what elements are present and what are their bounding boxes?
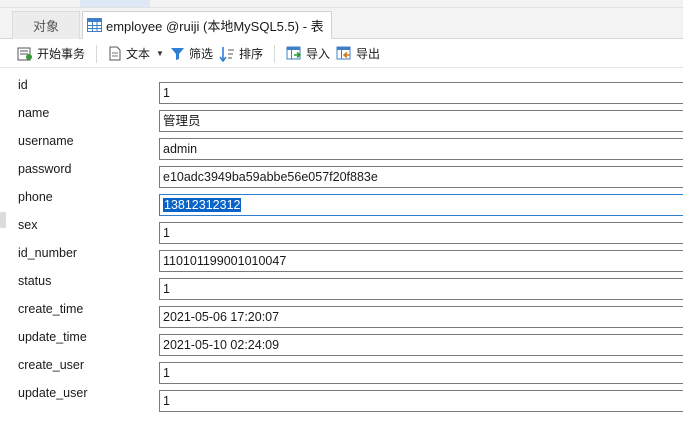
filter-label: 筛选 (188, 47, 213, 61)
text-label: 文本 (126, 47, 151, 61)
tab-objects[interactable]: 对象 (12, 11, 80, 39)
menu-highlight (80, 0, 150, 7)
field-value-create-user[interactable]: 1 (159, 362, 683, 384)
field-row-id-number: id_number 110101199001010047 (0, 245, 683, 273)
export-icon (336, 46, 351, 60)
begin-transaction-label: 开始事务 (37, 47, 86, 61)
field-label: create_time (18, 302, 84, 316)
field-row-password: password e10adc3949ba59abbe56e057f20f883… (0, 161, 683, 189)
toolbar-divider (96, 44, 98, 63)
field-row-status: status 1 (0, 273, 683, 301)
field-value-name[interactable]: 管理员 (159, 110, 683, 132)
selected-text: 13812312312 (163, 198, 242, 212)
record-form: id 1 name 管理员 username admin password e1… (0, 70, 683, 443)
field-value-phone[interactable]: 13812312312 (159, 194, 683, 216)
field-value-username[interactable]: admin (159, 138, 683, 160)
field-value-status[interactable]: 1 (159, 278, 683, 300)
transaction-icon (17, 47, 32, 60)
import-label: 导入 (305, 47, 330, 61)
field-row-sex: sex 1 (0, 217, 683, 245)
field-label: username (18, 134, 74, 148)
field-value-sex[interactable]: 1 (159, 222, 683, 244)
menu-bar-clipped (0, 0, 683, 8)
chevron-down-icon[interactable]: ▼ (156, 49, 164, 58)
field-row-update-user: update_user 1 (0, 385, 683, 413)
import-button[interactable]: 导入 (283, 43, 333, 65)
field-label: phone (18, 190, 53, 204)
begin-transaction-button[interactable]: 开始事务 (14, 43, 88, 65)
field-row-id: id 1 (0, 77, 683, 105)
tab-bar: 对象 employee @ruiji (本地MySQL5.5) - 表 (0, 8, 683, 39)
text-button[interactable]: 文本 ▼ (105, 43, 167, 65)
field-row-phone: phone 13812312312 (0, 189, 683, 217)
field-row-update-time: update_time 2021-05-10 02:24:09 (0, 329, 683, 357)
sort-label: 排序 (238, 47, 263, 61)
field-label: password (18, 162, 72, 176)
tab-employee-table[interactable]: employee @ruiji (本地MySQL5.5) - 表 (82, 11, 332, 39)
export-label: 导出 (356, 47, 381, 61)
field-label: name (18, 106, 50, 120)
field-label: status (18, 274, 52, 288)
document-icon (109, 46, 121, 61)
field-value-id[interactable]: 1 (159, 82, 683, 104)
field-label: update_user (18, 386, 88, 400)
field-value-id-number[interactable]: 110101199001010047 (159, 250, 683, 272)
sort-button[interactable]: 排序 (216, 43, 266, 65)
export-button[interactable]: 导出 (333, 43, 383, 65)
table-grid-icon (87, 18, 102, 32)
toolbar-divider (273, 44, 275, 63)
field-label: create_user (18, 358, 85, 372)
field-label: sex (18, 218, 38, 232)
field-value-create-time[interactable]: 2021-05-06 17:20:07 (159, 306, 683, 328)
field-row-create-user: create_user 1 (0, 357, 683, 385)
field-label: id_number (18, 246, 78, 260)
tab-objects-label: 对象 (32, 19, 59, 34)
field-label: update_time (18, 330, 87, 344)
filter-button[interactable]: 筛选 (167, 43, 216, 65)
field-value-password[interactable]: e10adc3949ba59abbe56e057f20f883e (159, 166, 683, 188)
sort-icon (219, 46, 234, 62)
import-icon (286, 46, 302, 60)
field-row-create-time: create_time 2021-05-06 17:20:07 (0, 301, 683, 329)
field-value-update-user[interactable]: 1 (159, 390, 683, 412)
toolbar: 开始事务 文本 ▼ 筛选 排序 导入 导出 (0, 40, 683, 68)
field-row-username: username admin (0, 133, 683, 161)
tab-table-label: employee @ruiji (本地MySQL5.5) - 表 (106, 18, 324, 34)
field-row-name: name 管理员 (0, 105, 683, 133)
field-value-update-time[interactable]: 2021-05-10 02:24:09 (159, 334, 683, 356)
field-label: id (18, 78, 28, 92)
filter-icon (170, 48, 184, 60)
